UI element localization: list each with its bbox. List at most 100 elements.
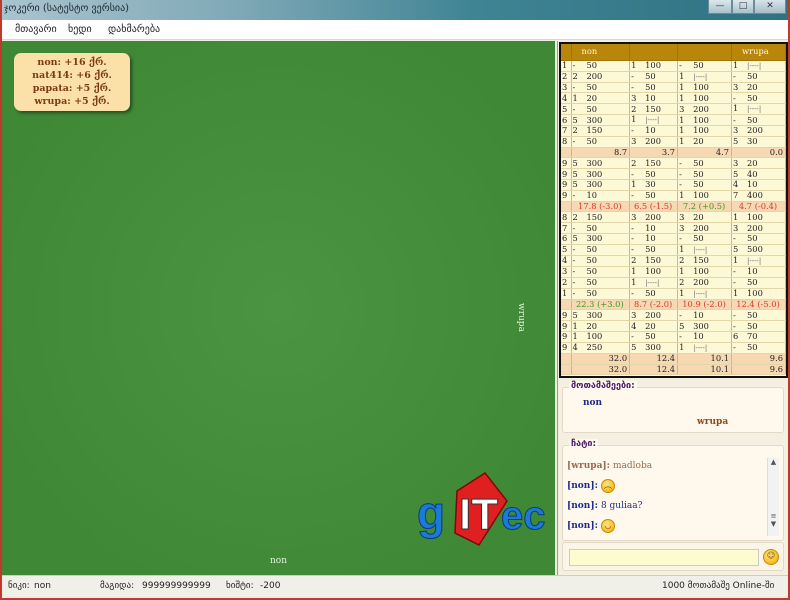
bid-value: 5 bbox=[733, 168, 739, 179]
sheet-cell: 2 150 bbox=[629, 255, 679, 267]
sheet-cell: 1 100 bbox=[677, 125, 733, 137]
sheet-sum-cell: 9.6 bbox=[731, 364, 786, 376]
gitec-logo: g IT ec bbox=[417, 472, 545, 546]
bid-value: 3 bbox=[733, 125, 739, 136]
sheet-round-row: 7-50-10 3 200 3 200 bbox=[561, 222, 786, 235]
bid-value: 2 bbox=[631, 157, 637, 168]
bid-value: - bbox=[733, 277, 736, 288]
sheet-cell: 1 30 bbox=[629, 179, 679, 191]
score-value: 200 bbox=[645, 211, 661, 222]
round-number: 9 bbox=[561, 342, 572, 354]
bid-value: 4 bbox=[733, 179, 739, 190]
emoji-picker-icon[interactable]: ☺ bbox=[763, 549, 779, 565]
sheet-round-row: 2-50 1 |----| 2 200-50 bbox=[561, 276, 786, 289]
sheet-cell: 5 300 bbox=[571, 309, 631, 322]
bid-value: 3 bbox=[631, 309, 637, 320]
score-value: |----| bbox=[645, 278, 660, 287]
score-value: |----| bbox=[693, 343, 708, 352]
bid-value: 1 bbox=[679, 341, 685, 352]
score-value: 100 bbox=[747, 288, 763, 299]
sheet-cell: 1 100 bbox=[731, 288, 786, 300]
bid-value: - bbox=[631, 222, 634, 233]
sheet-sum-cell: 8.7 bbox=[571, 147, 631, 159]
round-number: 9 bbox=[561, 309, 572, 322]
score-value: 100 bbox=[645, 60, 661, 70]
sheet-cell: 1 100 bbox=[677, 92, 733, 105]
worried-face-icon: ︵ bbox=[600, 479, 615, 493]
sheet-sum-row: 22.3 (+3.0) 8.7 (-2.0) 10.9 (-2.0) 12.4 (-5… bbox=[561, 299, 786, 311]
bid-value: - bbox=[631, 190, 634, 201]
scroll-up-icon[interactable]: ▲ bbox=[768, 458, 779, 466]
sheet-cell: 4 10 bbox=[731, 179, 786, 191]
scroll-down-icon[interactable]: ▼ bbox=[768, 520, 779, 528]
player-name[interactable]: wrupa bbox=[697, 417, 728, 427]
chat-message: [non]: ◡ bbox=[567, 516, 767, 536]
score-value: 150 bbox=[645, 255, 661, 266]
bid-value: - bbox=[733, 320, 736, 331]
menu-view[interactable]: ხედი bbox=[68, 24, 92, 35]
sheet-round-row: 7 2 150-10 1 100 3 200 bbox=[561, 125, 786, 137]
sheet-header-cell: wrupa bbox=[731, 44, 786, 61]
menu-help[interactable]: დახმარება bbox=[108, 24, 160, 35]
score-value: 10 bbox=[747, 179, 758, 190]
bid-value: - bbox=[733, 309, 736, 320]
sheet-sum-cell: 12.4 (-5.0) bbox=[731, 299, 786, 311]
sheet-cell: 3 20 bbox=[731, 82, 786, 94]
bid-value: 1 bbox=[679, 70, 685, 81]
score-value: 300 bbox=[693, 320, 709, 331]
status-bar: ნიკი: non მაგიდა: 999999999999 ხიშტი: -2… bbox=[2, 575, 788, 596]
bid-value: 5 bbox=[572, 309, 578, 320]
menu-main[interactable]: მთავარი bbox=[15, 24, 57, 35]
sheet-sum-cell: 12.4 bbox=[629, 364, 679, 376]
sheet-cell: -50 bbox=[677, 179, 733, 191]
bid-value: 5 bbox=[679, 320, 685, 331]
sheet-round-row: 9 5 300 2 150-50 3 20 bbox=[561, 157, 786, 170]
sheet-cell: 3 200 bbox=[677, 222, 733, 235]
sheet-cell: -10 bbox=[571, 190, 631, 202]
sheet-cell: -50 bbox=[629, 168, 679, 181]
score-value: 300 bbox=[586, 168, 603, 179]
sheet-cell: 1 20 bbox=[571, 92, 631, 105]
bid-value: - bbox=[572, 136, 576, 147]
score-value: 50 bbox=[586, 244, 598, 255]
sheet-cell: 1 |----| bbox=[677, 288, 733, 300]
bid-value: - bbox=[679, 233, 682, 244]
round-number: 3 bbox=[561, 82, 572, 94]
chat-scrollbar[interactable]: ▲ ≡ ▼ bbox=[767, 458, 779, 536]
game-table[interactable]: non: +16 ქრ. nat414: +6 ქრ. papata: +5 ქ… bbox=[2, 41, 555, 575]
chat-text: 8 guliaa? bbox=[600, 501, 643, 511]
score-value: 100 bbox=[645, 266, 661, 277]
score-value: 500 bbox=[747, 244, 763, 255]
score-name: wrupa: bbox=[34, 96, 71, 107]
close-button[interactable]: ✕ bbox=[754, 0, 786, 14]
sheet-cell: 1 |----| bbox=[731, 103, 786, 116]
player-name[interactable]: non bbox=[583, 398, 602, 408]
maximize-button[interactable]: □ bbox=[732, 0, 754, 14]
scroll-thumb[interactable]: ≡ bbox=[768, 512, 779, 520]
score-value: 50 bbox=[693, 157, 704, 168]
sheet-cell: 1 100 bbox=[629, 60, 679, 72]
score-value: 150 bbox=[645, 103, 661, 114]
sheet-cell: -50 bbox=[629, 82, 679, 94]
sheet-cell: -50 bbox=[571, 277, 631, 289]
sheet-round-row: 9 5 300 1 30-50 4 10 bbox=[561, 179, 786, 191]
chat-input[interactable] bbox=[569, 549, 759, 566]
bid-value: - bbox=[631, 168, 634, 179]
bid-value: 1 bbox=[733, 211, 739, 222]
score-value: 100 bbox=[747, 211, 763, 222]
score-value: 200 bbox=[693, 103, 709, 114]
minimize-button[interactable]: — bbox=[708, 0, 732, 14]
sheet-cell: -50 bbox=[571, 244, 631, 256]
sheet-cell: -50 bbox=[731, 320, 786, 333]
score-value: 10 bbox=[645, 92, 656, 103]
bid-value: 5 bbox=[572, 114, 578, 125]
bid-value: 1 bbox=[572, 331, 578, 342]
bid-value: 1 bbox=[631, 276, 637, 287]
sheet-cell: -50 bbox=[571, 82, 631, 94]
score-value: 30 bbox=[747, 136, 758, 147]
score-value: 50 bbox=[747, 71, 758, 81]
score-sheet: non wrupa 1-50 1 100-50 1 |----| 2 2 200-50 1 |----… bbox=[559, 42, 788, 378]
sheet-header-cell bbox=[677, 44, 733, 61]
chat-input-area: ☺ bbox=[562, 542, 784, 571]
score-name: non: bbox=[37, 57, 62, 68]
